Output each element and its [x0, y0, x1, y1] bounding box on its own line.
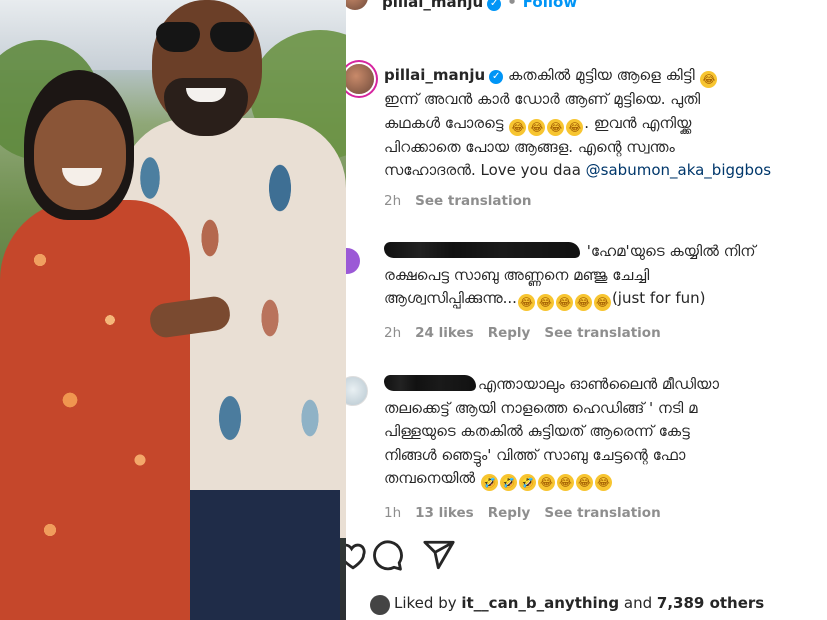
post-detail-panel: pillai_manju ✓ • Follow pillai_manju ✓ കതകിൽ…	[346, 0, 827, 620]
liked-by-and: and	[623, 594, 653, 612]
caption-text: ഇന്ന് അവൻ കാർ ഡോർ ആണ് മുട്ടിയെ. പുതി	[384, 90, 701, 108]
laughing-emoji-icon: 😂	[547, 118, 565, 136]
see-translation-link[interactable]: See translation	[544, 325, 660, 341]
photo-woman	[0, 70, 200, 620]
comment-text: 'ഹേമ'യുടെ കയ്യിൽ നിന്	[586, 242, 756, 260]
comment-text: തമ്പനെയിൽ	[384, 469, 476, 487]
caption-username[interactable]: pillai_manju	[384, 66, 485, 84]
caption-mention-link[interactable]: @sabumon_aka_biggbos	[586, 161, 771, 179]
comment-timestamp: 2h	[384, 325, 402, 341]
rofl-emoji-icon: 🤣	[499, 474, 517, 491]
rofl-emoji-icon: 🤣	[480, 474, 498, 491]
comment-icon[interactable]	[370, 538, 404, 572]
comment-text: പിള്ളയുടെ കതകിൽ കുട്ടിയത് ആരെന്ന് കേട്ട	[384, 422, 690, 440]
laughing-emoji-icon: 😂	[556, 474, 574, 491]
caption-text: . ഇവൻ എനിയ്ക്ക	[584, 113, 692, 132]
laughing-emoji-icon: 😂	[536, 294, 554, 311]
post-header: pillai_manju ✓ • Follow	[382, 0, 577, 11]
laughing-emoji-icon: 😂	[575, 474, 593, 491]
comment-likes-link[interactable]: 13 likes	[415, 505, 474, 521]
laughing-emoji-icon: 😂	[517, 294, 535, 311]
laughing-emoji-icon: 😂	[594, 474, 612, 491]
caption-meta: 2h See translation	[384, 193, 545, 209]
caption-avatar[interactable]	[346, 64, 374, 94]
laughing-emoji-icon: 😂	[555, 294, 573, 311]
comment-likes-link[interactable]: 24 likes	[415, 325, 474, 341]
comment-meta: 1h 13 likes Reply See translation	[384, 505, 675, 521]
laughing-emoji-icon: 😂	[566, 118, 584, 136]
comment-avatar[interactable]	[346, 248, 360, 274]
post-caption: pillai_manju ✓ കതകിൽ മുട്ടിയ ആളെ കിട്ടി 😂…	[384, 64, 827, 183]
heart-icon[interactable]	[346, 538, 370, 572]
caption-text: കതകിൽ മുട്ടിയ ആളെ കിട്ടി	[507, 66, 695, 84]
liked-by-others-link[interactable]: 7,389 others	[657, 594, 764, 612]
header-avatar[interactable]	[346, 0, 368, 10]
liked-by-summary: Liked by it__can_b_anything and 7,389 ot…	[370, 594, 764, 615]
liked-by-prefix: Liked by	[394, 594, 457, 612]
liked-by-user-link[interactable]: it__can_b_anything	[461, 594, 619, 612]
caption-text: കഥകൾ പോരട്ടെ	[384, 113, 504, 132]
reply-button[interactable]: Reply	[488, 325, 531, 341]
post-photo[interactable]	[0, 0, 346, 620]
comment-meta: 2h 24 likes Reply See translation	[384, 325, 675, 341]
comment-text: തലക്കെട്ട് ആയി നാളത്തെ ഹെഡിങ്ങ് ' നടി മ	[384, 398, 698, 417]
comment-text: രക്ഷപെട്ട സാബു അണ്ണനെ മഞ്ജു ചേച്ചി	[384, 265, 650, 284]
redacted-username	[384, 242, 580, 258]
verified-badge-icon: ✓	[489, 70, 504, 84]
comment-text: (just for fun)	[611, 289, 706, 307]
caption-text: സഹോദരൻ. Love you daa	[384, 161, 581, 179]
comment-text: നിങ്ങൾ ഞെട്ടും' വിത്ത് സാബു ചേട്ടന്റെ ഫോ	[384, 445, 686, 464]
comment-avatar[interactable]	[346, 376, 368, 406]
see-translation-link[interactable]: See translation	[544, 505, 660, 521]
reply-button[interactable]: Reply	[488, 505, 531, 521]
comment-item: 'ഹേമ'യുടെ കയ്യിൽ നിന് രക്ഷപെട്ട സാബു അണ്…	[384, 240, 827, 311]
comment-text: എന്തായാലും ഓൺലൈൻ മീഡിയാ	[478, 375, 719, 393]
separator-dot: •	[507, 0, 517, 11]
laughing-emoji-icon: 😂	[593, 294, 611, 311]
caption-timestamp: 2h	[384, 193, 402, 209]
laughing-emoji-icon: 😂	[574, 294, 592, 311]
header-username[interactable]: pillai_manju	[382, 0, 483, 11]
follow-button[interactable]: Follow	[523, 0, 577, 11]
comment-text: ആശ്വസിപ്പിക്കുന്നു...	[384, 289, 517, 307]
liked-by-avatar[interactable]	[370, 595, 390, 615]
laughing-emoji-icon: 😂	[509, 118, 527, 136]
share-icon[interactable]	[422, 538, 456, 572]
rofl-emoji-icon: 🤣	[518, 474, 536, 491]
laughing-emoji-icon: 😂	[528, 118, 546, 136]
comment-item: എന്തായാലും ഓൺലൈൻ മീഡിയാ തലക്കെട്ട് ആയി ന…	[384, 373, 827, 491]
laughing-emoji-icon: 😂	[700, 71, 718, 88]
laughing-emoji-icon: 😂	[537, 474, 555, 491]
redacted-username	[384, 375, 476, 391]
see-translation-link[interactable]: See translation	[415, 193, 531, 209]
caption-text: പിറക്കാതെ പോയ ആങ്ങള. എന്റെ സ്വന്തം	[384, 137, 675, 156]
verified-badge-icon: ✓	[487, 0, 502, 11]
comment-timestamp: 1h	[384, 505, 402, 521]
